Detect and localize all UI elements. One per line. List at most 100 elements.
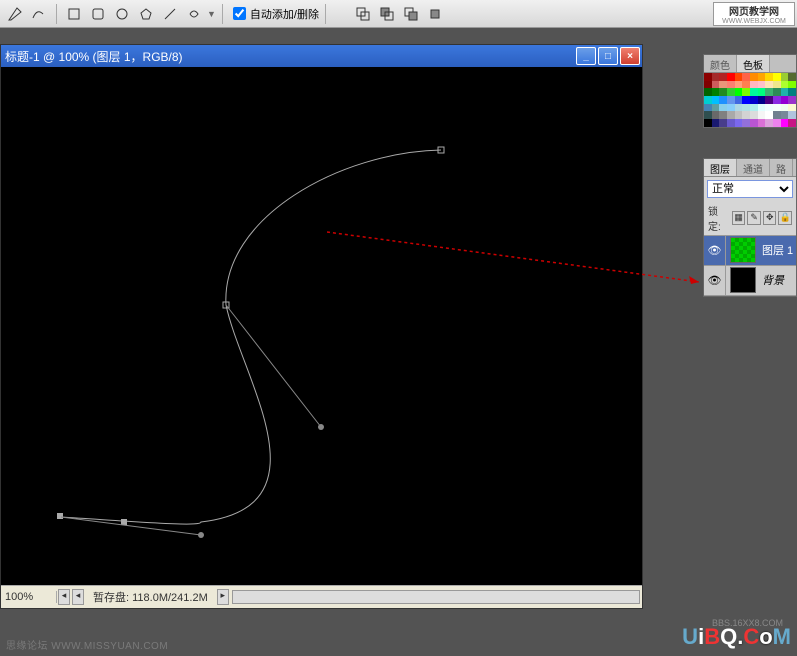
status-scrollbar[interactable] bbox=[232, 590, 640, 604]
color-swatch[interactable] bbox=[712, 73, 720, 81]
color-swatch[interactable] bbox=[735, 81, 743, 89]
color-swatch[interactable] bbox=[758, 104, 766, 112]
color-swatch[interactable] bbox=[727, 104, 735, 112]
color-swatch[interactable] bbox=[773, 73, 781, 81]
color-swatch[interactable] bbox=[788, 88, 796, 96]
color-swatch[interactable] bbox=[712, 104, 720, 112]
layer-visibility-icon[interactable]: 👁 bbox=[704, 265, 726, 295]
layer-visibility-icon[interactable]: 👁 bbox=[704, 235, 726, 265]
color-swatch[interactable] bbox=[719, 81, 727, 89]
shape-custom-icon[interactable] bbox=[183, 3, 205, 25]
color-swatch[interactable] bbox=[727, 81, 735, 89]
color-swatch[interactable] bbox=[773, 104, 781, 112]
color-swatch[interactable] bbox=[781, 111, 789, 119]
color-swatch[interactable] bbox=[781, 81, 789, 89]
layer-row[interactable]: 👁背景 bbox=[704, 266, 796, 296]
color-swatch[interactable] bbox=[727, 88, 735, 96]
color-swatch[interactable] bbox=[765, 81, 773, 89]
color-swatch[interactable] bbox=[735, 104, 743, 112]
freeform-pen-icon[interactable] bbox=[28, 3, 50, 25]
color-swatch[interactable] bbox=[788, 104, 796, 112]
color-swatch[interactable] bbox=[773, 96, 781, 104]
color-swatch[interactable] bbox=[712, 111, 720, 119]
close-button[interactable]: × bbox=[620, 47, 640, 65]
shape-rect-icon[interactable] bbox=[63, 3, 85, 25]
layer-row[interactable]: 👁 图层 1 bbox=[704, 236, 796, 266]
color-swatch[interactable] bbox=[788, 73, 796, 81]
path-op-4-icon[interactable] bbox=[424, 3, 446, 25]
color-swatch[interactable] bbox=[742, 73, 750, 81]
color-swatch[interactable] bbox=[781, 119, 789, 127]
color-swatch[interactable] bbox=[727, 73, 735, 81]
color-swatch[interactable] bbox=[719, 119, 727, 127]
color-swatch[interactable] bbox=[712, 81, 720, 89]
color-swatch[interactable] bbox=[742, 119, 750, 127]
lock-position-icon[interactable]: ✥ bbox=[763, 211, 777, 225]
color-swatch[interactable] bbox=[758, 73, 766, 81]
path-op-3-icon[interactable] bbox=[400, 3, 422, 25]
auto-add-delete-checkbox[interactable]: 自动添加/删除 bbox=[233, 6, 319, 22]
color-swatch[interactable] bbox=[735, 88, 743, 96]
status-nav-first-icon[interactable]: ◂ bbox=[58, 589, 70, 605]
color-swatch[interactable] bbox=[773, 88, 781, 96]
color-swatch[interactable] bbox=[719, 73, 727, 81]
color-swatch[interactable] bbox=[758, 88, 766, 96]
color-swatch[interactable] bbox=[719, 104, 727, 112]
color-swatch[interactable] bbox=[758, 111, 766, 119]
color-swatch[interactable] bbox=[704, 119, 712, 127]
color-swatch[interactable] bbox=[750, 104, 758, 112]
layer-thumbnail[interactable] bbox=[730, 267, 756, 293]
shape-line-icon[interactable] bbox=[159, 3, 181, 25]
color-swatch[interactable] bbox=[742, 111, 750, 119]
color-swatch[interactable] bbox=[704, 81, 712, 89]
color-swatch[interactable] bbox=[750, 96, 758, 104]
color-swatch[interactable] bbox=[704, 73, 712, 81]
color-swatch[interactable] bbox=[781, 104, 789, 112]
layer-name[interactable]: 图层 1 bbox=[760, 242, 793, 258]
color-swatch[interactable] bbox=[750, 88, 758, 96]
color-swatch[interactable] bbox=[704, 88, 712, 96]
color-swatch[interactable] bbox=[742, 104, 750, 112]
shape-ellipse-icon[interactable] bbox=[111, 3, 133, 25]
shape-roundrect-icon[interactable] bbox=[87, 3, 109, 25]
color-swatch[interactable] bbox=[712, 88, 720, 96]
color-swatch[interactable] bbox=[765, 73, 773, 81]
color-swatch[interactable] bbox=[735, 96, 743, 104]
lock-pixels-icon[interactable]: ✎ bbox=[747, 211, 761, 225]
color-swatch[interactable] bbox=[750, 119, 758, 127]
color-swatch[interactable] bbox=[765, 104, 773, 112]
color-swatch[interactable] bbox=[719, 111, 727, 119]
tab-channels[interactable]: 通道 bbox=[737, 159, 770, 176]
canvas[interactable] bbox=[1, 67, 642, 585]
color-swatch[interactable] bbox=[765, 119, 773, 127]
auto-add-delete-input[interactable] bbox=[233, 7, 246, 20]
color-swatch[interactable] bbox=[727, 96, 735, 104]
color-swatch[interactable] bbox=[712, 119, 720, 127]
color-swatch[interactable] bbox=[719, 88, 727, 96]
color-swatch[interactable] bbox=[704, 104, 712, 112]
pen-tool-icon[interactable] bbox=[4, 3, 26, 25]
maximize-button[interactable]: □ bbox=[598, 47, 618, 65]
layer-thumbnail[interactable] bbox=[730, 237, 756, 263]
color-swatch[interactable] bbox=[781, 96, 789, 104]
color-swatch[interactable] bbox=[781, 73, 789, 81]
shape-dropdown-icon[interactable]: ▼ bbox=[207, 9, 216, 19]
color-swatch[interactable] bbox=[750, 111, 758, 119]
color-swatch[interactable] bbox=[750, 81, 758, 89]
color-swatch[interactable] bbox=[712, 96, 720, 104]
color-swatch[interactable] bbox=[750, 73, 758, 81]
color-swatch[interactable] bbox=[788, 111, 796, 119]
color-swatch[interactable] bbox=[727, 111, 735, 119]
color-swatch[interactable] bbox=[704, 111, 712, 119]
zoom-level[interactable]: 100% bbox=[1, 591, 57, 603]
color-swatch[interactable] bbox=[735, 73, 743, 81]
color-swatch[interactable] bbox=[742, 96, 750, 104]
path-op-1-icon[interactable] bbox=[352, 3, 374, 25]
color-swatch[interactable] bbox=[735, 111, 743, 119]
tab-paths[interactable]: 路 bbox=[770, 159, 793, 176]
color-swatch[interactable] bbox=[758, 96, 766, 104]
minimize-button[interactable]: _ bbox=[576, 47, 596, 65]
lock-all-icon[interactable]: 🔒 bbox=[778, 211, 792, 225]
color-swatch[interactable] bbox=[788, 119, 796, 127]
tab-color[interactable]: 颜色 bbox=[704, 55, 737, 72]
